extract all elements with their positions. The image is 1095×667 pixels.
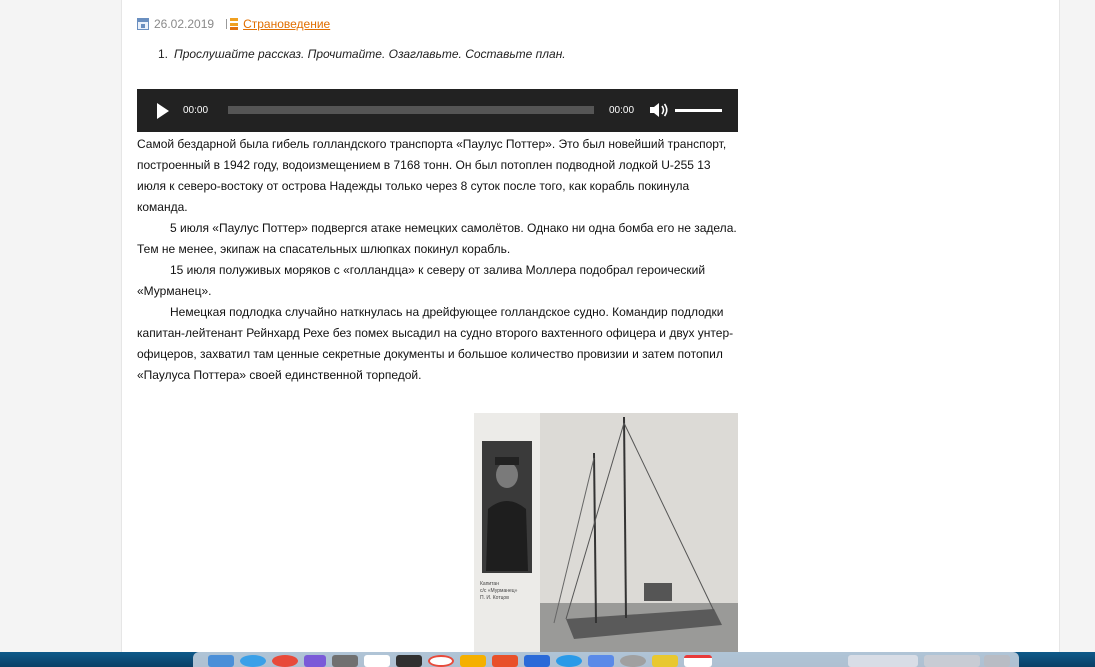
post-meta: 26.02.2019 Страноведение (137, 16, 330, 32)
volume-icon[interactable] (649, 102, 669, 118)
opera-icon[interactable] (428, 655, 454, 667)
caption-line: П. И. Котцов (480, 595, 509, 601)
category-icon (226, 18, 239, 30)
skype-icon[interactable] (556, 655, 582, 667)
calendar-app-icon[interactable] (684, 655, 712, 667)
task-number: 1. (158, 47, 169, 61)
audio-player: 00:00 00:00 (137, 89, 738, 132)
launchpad-icon[interactable] (304, 655, 326, 667)
safari-icon[interactable] (240, 655, 266, 667)
article-paragraph: Немецкая подлодка случайно наткнулась на… (137, 305, 734, 382)
appstore-icon[interactable] (524, 655, 550, 667)
article-photo: Капитан с/с «Мурманец» П. И. Котцов (474, 413, 738, 653)
itunes-icon[interactable] (620, 655, 646, 667)
stickies-icon[interactable] (652, 655, 678, 667)
chrome-icon[interactable] (272, 655, 298, 667)
task-item: 1. Прослушайте рассказ. Прочитайте. Озагл… (158, 47, 566, 61)
category-link[interactable]: Страноведение (243, 17, 330, 31)
article-paragraph: 15 июля полуживых моряков с «голландца» … (137, 263, 706, 298)
trash-icon[interactable] (984, 655, 1010, 667)
mail-icon[interactable] (332, 655, 358, 667)
notes-icon[interactable] (364, 655, 390, 667)
ship-captain-image: Капитан с/с «Мурманец» П. И. Котцов (474, 413, 738, 653)
caption-line: Капитан (480, 581, 499, 587)
post-date: 26.02.2019 (154, 17, 215, 31)
article-paragraph: Самой бездарной была гибель голландского… (137, 137, 727, 214)
current-time: 00:00 (183, 105, 209, 116)
article-paragraph: 5 июля «Паулус Поттер» подвергся атаке н… (137, 221, 737, 256)
finder-icon[interactable] (208, 655, 234, 667)
vlc-icon[interactable] (460, 655, 486, 667)
volume-slider[interactable] (675, 109, 722, 112)
caption-line: с/с «Мурманец» (480, 588, 518, 594)
duration-time: 00:00 (609, 105, 635, 116)
photos-icon[interactable] (588, 655, 614, 667)
calendar-icon (137, 18, 149, 30)
play-icon[interactable] (157, 103, 169, 119)
progress-track[interactable] (228, 106, 594, 114)
minimized-window[interactable] (848, 655, 918, 667)
task-text: Прослушайте рассказ. Прочитайте. Озаглав… (174, 47, 566, 61)
books-icon[interactable] (492, 655, 518, 667)
terminal-icon[interactable] (396, 655, 422, 667)
minimized-window[interactable] (924, 655, 980, 667)
article-text: Самой бездарной была гибель голландского… (137, 134, 742, 386)
